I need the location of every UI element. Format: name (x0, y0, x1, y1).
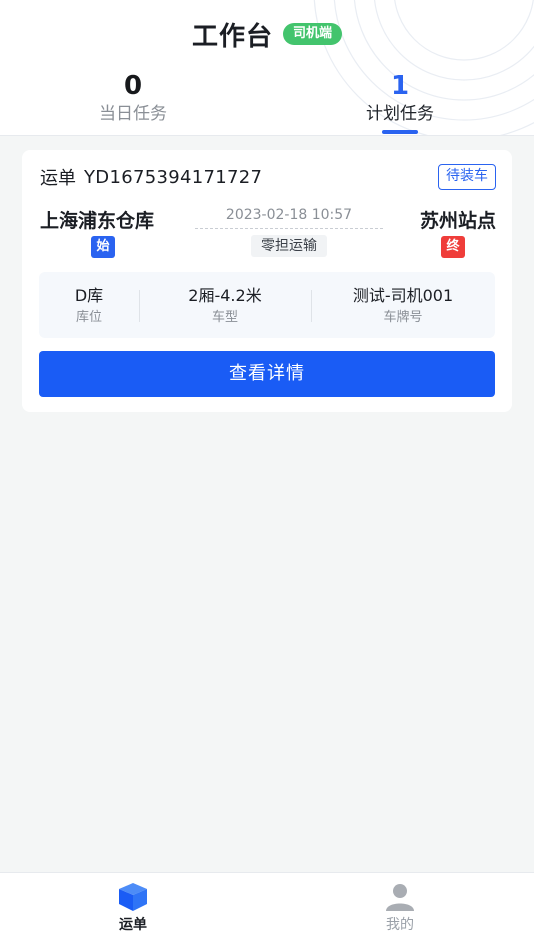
route: 上海浦东仓库 始 2023-02-18 10:57 零担运输 苏州站点 终 (40, 204, 496, 260)
tab-today-tasks[interactable]: 0 当日任务 (58, 70, 208, 135)
status-badge: 待装车 (438, 164, 496, 190)
nav-label: 运单 (119, 917, 147, 933)
info-label: 库位 (75, 310, 102, 325)
departure-datetime: 2023-02-18 10:57 (195, 204, 383, 229)
info-value: D库 (74, 286, 104, 305)
transport-type: 零担运输 (251, 235, 327, 257)
route-middle: 2023-02-18 10:57 零担运输 (195, 204, 383, 260)
destination-tag: 终 (441, 236, 465, 258)
info-plate: 测试-司机001 车牌号 (311, 272, 495, 338)
task-tabs: 0 当日任务 1 计划任务 (0, 70, 534, 135)
role-badge: 司机端 (283, 23, 343, 45)
nav-item-waybill[interactable]: 运单 (93, 881, 173, 941)
nav-item-mine[interactable]: 我的 (360, 881, 440, 941)
order-label: 运单 (40, 168, 76, 189)
info-value: 2厢-4.2米 (188, 286, 262, 305)
info-label: 车牌号 (383, 310, 423, 325)
header: 工作台 司机端 0 当日任务 1 计划任务 (0, 0, 534, 136)
origin-name: 上海浦东仓库 (40, 210, 155, 232)
tab-count: 0 (123, 71, 143, 101)
box-icon (119, 883, 147, 911)
tab-count: 1 (390, 71, 410, 101)
info-value: 测试-司机001 (352, 286, 454, 305)
user-icon (386, 884, 414, 911)
title-row: 工作台 司机端 (0, 14, 534, 54)
active-tab-indicator (382, 130, 418, 134)
origin-tag: 始 (91, 236, 115, 258)
info-label: 车型 (211, 310, 238, 325)
waybill-card[interactable]: 运单 YD1675394171727 待装车 上海浦东仓库 始 2023-02-… (22, 150, 512, 412)
tab-label: 计划任务 (366, 104, 434, 124)
info-warehouse: D库 库位 (39, 272, 139, 338)
view-details-button[interactable]: 查看详情 (39, 351, 495, 397)
tab-label: 当日任务 (99, 104, 167, 124)
destination-name: 苏州站点 (419, 210, 496, 232)
bottom-nav: 运单 我的 (0, 872, 534, 950)
nav-label: 我的 (386, 917, 414, 933)
tab-planned-tasks[interactable]: 1 计划任务 (325, 70, 475, 135)
order-header: 运单 YD1675394171727 待装车 (40, 164, 496, 190)
info-vehicle-type: 2厢-4.2米 车型 (139, 272, 311, 338)
order-number: YD1675394171727 (84, 166, 263, 188)
vehicle-info: D库 库位 2厢-4.2米 车型 测试-司机001 车牌号 (39, 272, 495, 338)
page-title: 工作台 (191, 21, 273, 52)
